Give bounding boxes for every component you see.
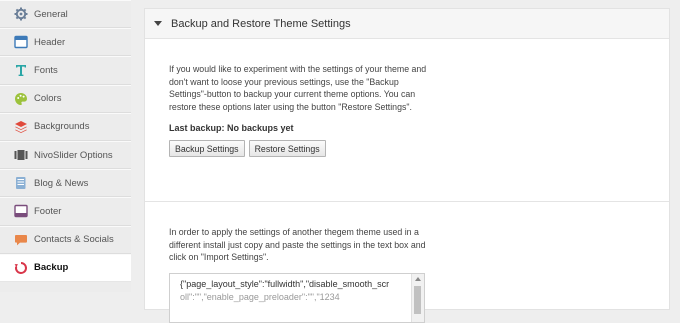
- speech-bubble-icon: [14, 233, 28, 247]
- footer-icon: [14, 204, 28, 218]
- backup-restore-panel: Backup and Restore Theme Settings If you…: [144, 8, 670, 323]
- textarea-scrollbar[interactable]: [411, 273, 424, 322]
- sidebar-item-footer[interactable]: Footer: [0, 197, 131, 226]
- sidebar-item-label: General: [34, 8, 68, 20]
- palette-icon: [14, 92, 28, 106]
- panel-header[interactable]: Backup and Restore Theme Settings: [145, 9, 669, 39]
- gear-icon: [14, 7, 28, 21]
- options-sidebar: General Header Fonts Colors Backgrounds …: [0, 0, 132, 292]
- backup-settings-button[interactable]: Backup Settings: [169, 140, 245, 158]
- panel-title: Backup and Restore Theme Settings: [171, 17, 351, 30]
- font-icon: [14, 63, 28, 77]
- sidebar-item-general[interactable]: General: [0, 0, 131, 29]
- document-icon: [14, 176, 28, 190]
- backup-section: If you would like to experiment with the…: [145, 40, 669, 202]
- sidebar-item-label: Fonts: [34, 64, 58, 76]
- sidebar-item-label: Header: [34, 36, 66, 48]
- scroll-up-arrow-icon[interactable]: [415, 276, 421, 281]
- sidebar-item-label: Contacts & Socials: [34, 234, 114, 246]
- sidebar-item-nivoslider-options[interactable]: NivoSlider Options: [0, 140, 131, 170]
- sidebar-item-label: Footer: [34, 205, 62, 217]
- settings-textarea[interactable]: {"page_layout_style":"fullwidth","disabl…: [169, 272, 425, 323]
- sidebar-item-label: NivoSlider Options: [34, 149, 113, 161]
- settings-text: {"page_layout_style":"fullwidth","disabl…: [180, 278, 390, 289]
- sidebar-item-label: Colors: [34, 93, 62, 105]
- sidebar-item-fonts[interactable]: Fonts: [0, 56, 131, 85]
- import-description: In order to apply the settings of anothe…: [169, 227, 426, 263]
- sidebar-item-header[interactable]: Header: [0, 28, 131, 57]
- sidebar-item-contacts-socials[interactable]: Contacts & Socials: [0, 225, 131, 254]
- sidebar-item-label: Backup: [34, 262, 69, 274]
- backup-icon: [14, 261, 28, 275]
- collapse-arrow-icon[interactable]: [154, 21, 162, 26]
- sidebar-item-label: Backgrounds: [34, 121, 90, 133]
- scroll-thumb[interactable]: [414, 285, 421, 314]
- sidebar-item-backup[interactable]: Backup: [0, 253, 131, 282]
- sidebar-item-label: Blog & News: [34, 177, 89, 189]
- main-content: Backup and Restore Theme Settings If you…: [131, 0, 680, 323]
- settings-text-line2: oll":"","enable_page_preloader":"","1234: [180, 291, 340, 302]
- sidebar-item-colors[interactable]: Colors: [0, 84, 131, 113]
- last-backup-status: Last backup: No backups yet: [169, 123, 294, 134]
- backup-description: If you would like to experiment with the…: [169, 64, 427, 112]
- header-icon: [14, 35, 28, 49]
- layers-icon: [14, 120, 28, 134]
- sidebar-item-backgrounds[interactable]: Backgrounds: [0, 112, 131, 141]
- restore-settings-button[interactable]: Restore Settings: [248, 140, 326, 158]
- import-section: In order to apply the settings of anothe…: [145, 203, 669, 323]
- slider-icon: [14, 148, 28, 162]
- sidebar-item-blog-news[interactable]: Blog & News: [0, 169, 131, 198]
